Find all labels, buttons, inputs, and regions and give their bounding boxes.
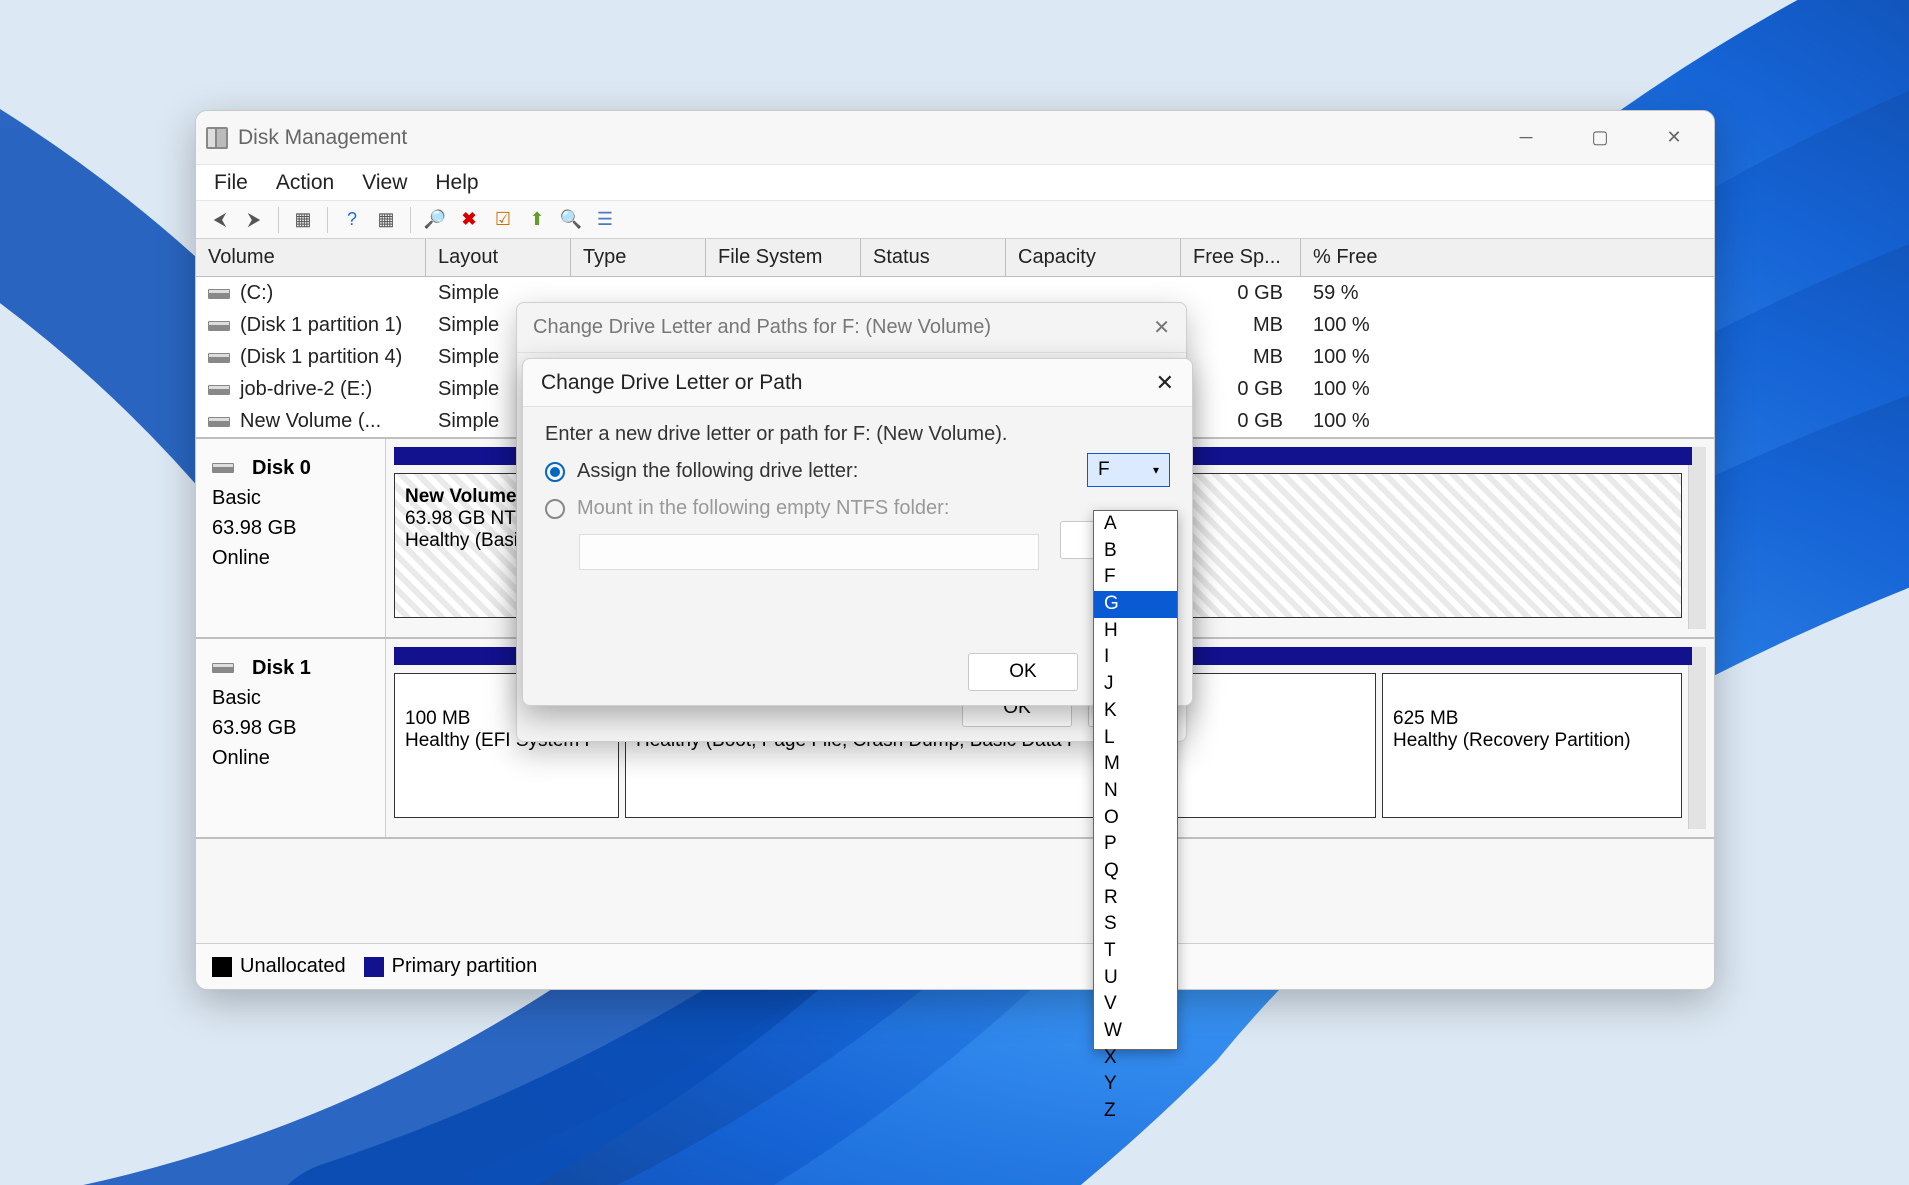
settings-icon[interactable]: 🔎: [421, 207, 449, 233]
dropdown-option[interactable]: B: [1094, 538, 1177, 565]
col-capacity[interactable]: Capacity: [1006, 239, 1181, 276]
col-filesystem[interactable]: File System: [706, 239, 861, 276]
dropdown-option[interactable]: K: [1094, 698, 1177, 725]
dropdown-option[interactable]: N: [1094, 778, 1177, 805]
radio-mount-folder[interactable]: Mount in the following empty NTFS folder…: [545, 497, 1170, 520]
col-layout[interactable]: Layout: [426, 239, 571, 276]
partition-recovery[interactable]: 625 MB Healthy (Recovery Partition): [1382, 673, 1682, 818]
up-icon[interactable]: ⬆: [523, 207, 551, 233]
dialog1-close-icon[interactable]: ✕: [1153, 315, 1170, 340]
dropdown-option[interactable]: G: [1094, 591, 1177, 618]
titlebar: Disk Management ─ ▢ ✕: [196, 111, 1714, 165]
mount-path-input: [579, 534, 1039, 570]
menu-help[interactable]: Help: [435, 171, 478, 195]
col-type[interactable]: Type: [571, 239, 706, 276]
explore-icon[interactable]: 🔍: [557, 207, 585, 233]
disk-icon: [212, 463, 234, 473]
legend: Unallocated Primary partition: [196, 943, 1714, 989]
list-icon[interactable]: ☰: [591, 207, 619, 233]
dropdown-option[interactable]: O: [1094, 805, 1177, 832]
dropdown-option[interactable]: Y: [1094, 1071, 1177, 1098]
volume-icon: [208, 417, 230, 427]
volume-icon: [208, 385, 230, 395]
dropdown-option[interactable]: M: [1094, 751, 1177, 778]
drive-letter-combo[interactable]: F ▾: [1087, 453, 1170, 487]
dropdown-option[interactable]: L: [1094, 725, 1177, 752]
dialog2-instruction: Enter a new drive letter or path for F: …: [545, 423, 1170, 446]
disk-info-0[interactable]: Disk 0 Basic 63.98 GB Online: [196, 439, 386, 637]
dropdown-option[interactable]: A: [1094, 511, 1177, 538]
toolbar: ⮜ ⮞ ▦ ? ▦ 🔎 ✖ ☑ ⬆ 🔍 ☰: [196, 201, 1714, 239]
dropdown-option[interactable]: Q: [1094, 858, 1177, 885]
volume-icon: [208, 353, 230, 363]
dropdown-option[interactable]: X: [1094, 1045, 1177, 1072]
back-icon[interactable]: ⮜: [206, 207, 234, 233]
window-title: Disk Management: [238, 126, 407, 150]
volume-icon: [208, 289, 230, 299]
radio-icon: [545, 462, 565, 482]
legend-swatch-unallocated: [212, 957, 232, 977]
dropdown-option[interactable]: R: [1094, 885, 1177, 912]
dropdown-option[interactable]: S: [1094, 911, 1177, 938]
maximize-button[interactable]: ▢: [1586, 124, 1614, 152]
dropdown-option[interactable]: I: [1094, 644, 1177, 671]
radio-icon: [545, 499, 565, 519]
dropdown-option[interactable]: W: [1094, 1018, 1177, 1045]
menu-view[interactable]: View: [362, 171, 407, 195]
col-pctfree[interactable]: % Free: [1301, 239, 1714, 276]
dialog2-title: Change Drive Letter or Path: [541, 371, 802, 395]
show-hide-icon[interactable]: ▦: [289, 207, 317, 233]
properties-icon[interactable]: ▦: [372, 207, 400, 233]
legend-swatch-primary: [364, 957, 384, 977]
volume-icon: [208, 321, 230, 331]
dropdown-option[interactable]: T: [1094, 938, 1177, 965]
menubar: File Action View Help: [196, 165, 1714, 201]
dropdown-option[interactable]: J: [1094, 671, 1177, 698]
dialog1-title: Change Drive Letter and Paths for F: (Ne…: [533, 316, 991, 339]
check-icon[interactable]: ☑: [489, 207, 517, 233]
disk-info-1[interactable]: Disk 1 Basic 63.98 GB Online: [196, 639, 386, 837]
dialog2-ok-button[interactable]: OK: [968, 653, 1078, 691]
dropdown-option[interactable]: Z: [1094, 1098, 1177, 1125]
col-status[interactable]: Status: [861, 239, 1006, 276]
dropdown-option[interactable]: U: [1094, 965, 1177, 992]
delete-icon[interactable]: ✖: [455, 207, 483, 233]
help-icon[interactable]: ?: [338, 207, 366, 233]
col-free[interactable]: Free Sp...: [1181, 239, 1301, 276]
drive-letter-dropdown[interactable]: ABFGHIJKLMNOPQRSTUVWXYZ: [1093, 510, 1178, 1050]
volume-grid-header: Volume Layout Type File System Status Ca…: [196, 239, 1714, 277]
close-button[interactable]: ✕: [1660, 124, 1688, 152]
radio-assign-letter[interactable]: Assign the following drive letter:: [545, 460, 1170, 483]
disk-icon: [212, 663, 234, 673]
dropdown-option[interactable]: F: [1094, 564, 1177, 591]
forward-icon[interactable]: ⮞: [240, 207, 268, 233]
scrollbar[interactable]: [1688, 447, 1706, 629]
dropdown-option[interactable]: P: [1094, 831, 1177, 858]
col-volume[interactable]: Volume: [196, 239, 426, 276]
chevron-down-icon: ▾: [1153, 463, 1159, 477]
dialog2-close-icon[interactable]: ✕: [1156, 370, 1174, 396]
scrollbar[interactable]: [1688, 647, 1706, 829]
menu-file[interactable]: File: [214, 171, 248, 195]
app-icon: [206, 127, 228, 149]
dropdown-option[interactable]: H: [1094, 618, 1177, 645]
minimize-button[interactable]: ─: [1512, 124, 1540, 152]
dropdown-option[interactable]: V: [1094, 991, 1177, 1018]
menu-action[interactable]: Action: [276, 171, 334, 195]
